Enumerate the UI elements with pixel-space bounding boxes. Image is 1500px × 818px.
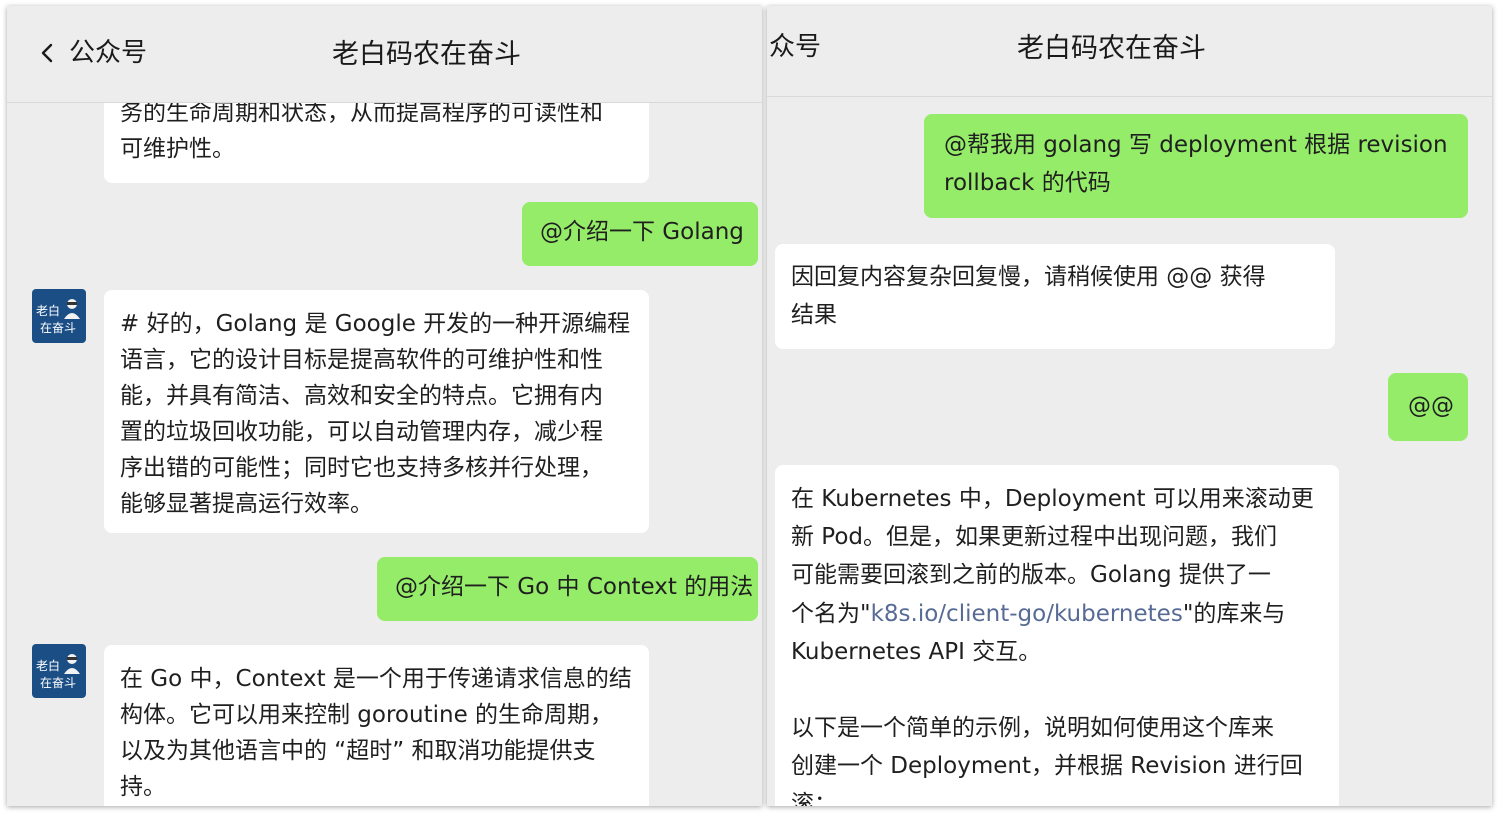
message-line: 可能需要回滚到之前的版本。Golang 提供了一 [791, 562, 1271, 589]
back-button-label[interactable]: 公众号 [69, 32, 147, 69]
chat-window-left: 公众号 老白码农在奋斗 务的生命周期和状态，从而提高程序的可读性和 可维护性。 … [7, 6, 762, 806]
message-text: "的库来与 [1182, 600, 1286, 627]
message-outgoing: @@ [1388, 373, 1468, 441]
chat-title: 老白码农在奋斗 [1017, 33, 1206, 64]
avatar[interactable]: 老白 在奋斗 [32, 644, 86, 698]
avatar-text: 在奋斗 [40, 321, 77, 335]
message-line: 语言，它的设计目标是提高软件的可维护性和性 [120, 347, 603, 373]
message-text: @介绍一下 Go 中 Context 的用法 [395, 574, 754, 600]
message-incoming: 在 Go 中，Context 是一个用于传递请求信息的结 构体。它可以用来控制 … [104, 645, 649, 806]
message-line: 结果 [791, 302, 837, 328]
message-line: 能够显著提高运行效率。 [120, 491, 373, 517]
message-outgoing: @帮我用 golang 写 deployment 根据 revision rol… [924, 114, 1468, 218]
chat-window-right: 众号 老白码农在奋斗 @帮我用 golang 写 deployment 根据 r… [767, 6, 1492, 806]
message-line: 构体。它可以用来控制 goroutine 的生命周期， [120, 702, 614, 728]
chevron-left-icon[interactable] [40, 40, 54, 66]
message-line: # 好的，Golang 是 Google 开发的一种开源编程 [120, 311, 631, 337]
message-line: rollback 的代码 [944, 170, 1111, 196]
message-text: @介绍一下 Golang [540, 219, 744, 245]
message-line: 持。 [120, 774, 166, 800]
chat-title: 老白码农在奋斗 [332, 39, 521, 70]
message-line: 以及为其他语言中的 “超时” 和取消功能提供支 [120, 738, 596, 764]
back-button-label[interactable]: 众号 [769, 26, 821, 63]
message-line: 创建一个 Deployment，并根据 Revision 进行回 [791, 753, 1303, 780]
avatar-text: 在奋斗 [40, 676, 77, 690]
message-incoming: # 好的，Golang 是 Google 开发的一种开源编程 语言，它的设计目标… [104, 290, 649, 533]
message-incoming: 在 Kubernetes 中，Deployment 可以用来滚动更 新 Pod。… [775, 465, 1339, 806]
message-line: 因回复内容复杂回复慢，请稍候使用 @@ 获得 [791, 264, 1266, 290]
message-line: 可维护性。 [120, 136, 235, 162]
message-outgoing: @介绍一下 Go 中 Context 的用法 [377, 557, 758, 621]
message-line: 能，并具有简洁、高效和安全的特点。它拥有内 [120, 383, 603, 409]
message-line: 在 Go 中，Context 是一个用于传递请求信息的结 [120, 666, 632, 692]
chat-header: 众号 老白码农在奋斗 [767, 6, 1492, 97]
message-line: 在 Kubernetes 中，Deployment 可以用来滚动更 [791, 486, 1314, 512]
person-icon [64, 654, 80, 674]
message-line: 序出错的可能性；同时它也支持多核并行处理， [120, 455, 603, 481]
message-line: 置的垃圾回收功能，可以自动管理内存，减少程 [120, 419, 603, 445]
avatar[interactable]: 老白 在奋斗 [32, 289, 86, 343]
library-link[interactable]: k8s.io/client-go/kubernetes [871, 601, 1183, 627]
message-line: @帮我用 golang 写 deployment 根据 revision [944, 132, 1448, 158]
message-text: 个名为" [791, 600, 871, 627]
person-icon [64, 299, 80, 319]
message-incoming: 因回复内容复杂回复慢，请稍候使用 @@ 获得 结果 [775, 244, 1335, 349]
message-line: 新 Pod。但是，如果更新过程中出现问题，我们 [791, 524, 1278, 551]
message-line: 个名为"k8s.io/client-go/kubernetes"的库来与 [791, 595, 1325, 633]
message-line: Kubernetes API 交互。 [791, 638, 1042, 665]
message-outgoing: @介绍一下 Golang [522, 202, 758, 266]
message-line: 以下是一个简单的示例，说明如何使用这个库来 [791, 715, 1274, 742]
message-line: 滚： [791, 791, 837, 806]
message-text: @@ [1408, 393, 1454, 419]
